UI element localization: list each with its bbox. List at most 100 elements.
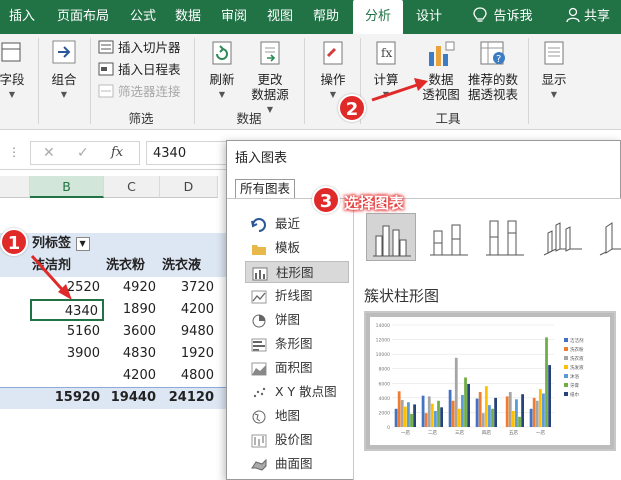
- column-header-c[interactable]: C: [104, 176, 160, 198]
- insert-timeline-button[interactable]: 插入日程表: [98, 60, 181, 80]
- chart-type-bar[interactable]: 条形图: [245, 333, 349, 355]
- cancel-icon[interactable]: ✕: [43, 145, 55, 161]
- show-button[interactable]: 显示 ▼: [534, 40, 574, 102]
- calculator-icon: fx: [376, 41, 396, 65]
- field-settings-button[interactable]: 字段 ▼: [0, 40, 30, 102]
- cell-d-4[interactable]: 1920: [160, 343, 218, 365]
- tab-tell-me[interactable]: 告诉我: [458, 0, 548, 34]
- cell-c-1[interactable]: 4920: [104, 277, 160, 299]
- person-icon: [566, 7, 580, 23]
- x-tick-label: 四店: [482, 429, 491, 436]
- actions-label: 操作: [320, 72, 346, 87]
- legend-swatch: [564, 374, 568, 378]
- cell-d-5[interactable]: 4800: [160, 365, 218, 387]
- chart-type-label: 折线图: [275, 288, 313, 303]
- chart-type-column[interactable]: 柱形图: [245, 261, 349, 283]
- chart-type-templates[interactable]: 模板: [245, 237, 349, 259]
- tab-view[interactable]: 视图: [258, 0, 302, 34]
- 3d-clustered-column-thumb[interactable]: [536, 213, 586, 261]
- cell-c-5[interactable]: 4200: [104, 365, 160, 387]
- chart-type-surface[interactable]: 曲面图: [245, 453, 349, 475]
- pivot-chart-icon: [429, 41, 455, 66]
- cell-d-2[interactable]: 4200: [160, 299, 218, 321]
- chart-type-label: 饼图: [275, 312, 301, 327]
- cell-c-4[interactable]: 4830: [104, 343, 160, 365]
- header-cell-d[interactable]: 洗衣液: [160, 255, 218, 277]
- cell-b-1[interactable]: 2520: [30, 277, 104, 299]
- actions-button[interactable]: 操作 ▼: [310, 40, 356, 102]
- insert-slicer-button[interactable]: 插入切片器: [98, 38, 181, 58]
- calculations-button[interactable]: fx 计算 ▼: [364, 40, 408, 102]
- tab-review[interactable]: 审阅: [212, 0, 256, 34]
- refresh-label: 刷新: [209, 72, 235, 87]
- cell-c-3[interactable]: 3600: [104, 321, 160, 343]
- check-icon[interactable]: ✓: [77, 145, 89, 161]
- bar: [394, 408, 398, 427]
- refresh-button[interactable]: 刷新 ▼: [200, 40, 244, 102]
- tab-analyze[interactable]: 分析: [353, 0, 403, 34]
- clustered-column-thumb[interactable]: [366, 213, 416, 261]
- cell-b-5[interactable]: [30, 365, 104, 387]
- chart-type-stock[interactable]: 股价图: [245, 429, 349, 451]
- chart-type-scatter[interactable]: X Y 散点图: [245, 381, 349, 403]
- legend-swatch: [564, 347, 568, 351]
- show-label: 显示: [541, 72, 567, 87]
- column-labels-header[interactable]: 列标签 ▼: [32, 233, 102, 255]
- tab-insert[interactable]: 插入: [0, 0, 44, 34]
- tab-help[interactable]: 帮助: [304, 0, 348, 34]
- step-3-callout: 选择图表: [344, 194, 405, 212]
- tab-formulas[interactable]: 公式: [122, 0, 164, 34]
- total-cell-d[interactable]: 24120: [160, 387, 218, 409]
- legend-label: 沐浴: [570, 373, 579, 380]
- legend-swatch: [564, 383, 568, 387]
- pie-chart-icon: [252, 314, 266, 327]
- bar: [467, 384, 470, 427]
- separator: [528, 38, 529, 124]
- chart-type-pie[interactable]: 饼图: [245, 309, 349, 331]
- column-header-d[interactable]: D: [160, 176, 218, 198]
- stacked-column-icon: [430, 224, 468, 256]
- y-tick-label: 2000: [379, 410, 391, 416]
- group-button[interactable]: 组合 ▼: [44, 40, 84, 102]
- cell-b-2-selected[interactable]: 4340: [30, 299, 104, 321]
- cell-b-4[interactable]: 3900: [30, 343, 104, 365]
- total-cell-c[interactable]: 19440: [104, 387, 160, 409]
- bar: [508, 392, 512, 427]
- column-header-b[interactable]: B: [30, 176, 104, 198]
- tab-page-layout[interactable]: 页面布局: [46, 0, 120, 34]
- filter-dropdown-icon[interactable]: ▼: [75, 236, 90, 251]
- recommended-pivottables-button[interactable]: ? 推荐的数 据透视表: [464, 40, 522, 102]
- formula-input[interactable]: 4340: [146, 141, 236, 165]
- change-data-source-button[interactable]: 更改 数据源 ▼: [244, 40, 296, 117]
- bar: [535, 400, 539, 427]
- percent-stacked-column-thumb[interactable]: [480, 213, 530, 261]
- header-cell-b[interactable]: 洁洁剂: [32, 255, 102, 277]
- chart-type-recent[interactable]: 最近: [245, 213, 349, 235]
- percent-stacked-column-icon: [486, 220, 524, 256]
- share-button[interactable]: 共享: [558, 0, 618, 34]
- legend-label: 洁洁剂: [570, 337, 584, 344]
- chart-type-label: 地图: [275, 408, 301, 423]
- bar: [548, 365, 551, 427]
- stacked-column-thumb[interactable]: [424, 213, 474, 261]
- total-cell-b[interactable]: 15920: [30, 387, 104, 409]
- timeline-icon: [98, 62, 114, 76]
- header-cell-c[interactable]: 洗衣粉: [104, 255, 160, 277]
- cell-c-2[interactable]: 1890: [104, 299, 160, 321]
- pivot-chart-button[interactable]: 数据 透视图: [418, 40, 464, 102]
- 3d-stacked-column-thumb[interactable]: [592, 213, 621, 261]
- cell-d-3[interactable]: 9480: [160, 321, 218, 343]
- cell-b-3[interactable]: 5160: [30, 321, 104, 343]
- chart-type-area[interactable]: 面积图: [245, 357, 349, 379]
- bar: [491, 408, 494, 427]
- fx-icon[interactable]: fx: [111, 145, 123, 160]
- chart-type-line[interactable]: 折线图: [245, 285, 349, 307]
- tab-design[interactable]: 设计: [406, 0, 452, 34]
- tab-data[interactable]: 数据: [166, 0, 210, 34]
- filter-connections-button[interactable]: 筛选器连接: [98, 82, 181, 102]
- bar: [430, 403, 434, 427]
- cell-d-1[interactable]: 3720: [160, 277, 218, 299]
- tab-all-charts[interactable]: 所有图表: [235, 179, 296, 199]
- bar: [451, 400, 455, 427]
- chart-type-map[interactable]: 地图: [245, 405, 349, 427]
